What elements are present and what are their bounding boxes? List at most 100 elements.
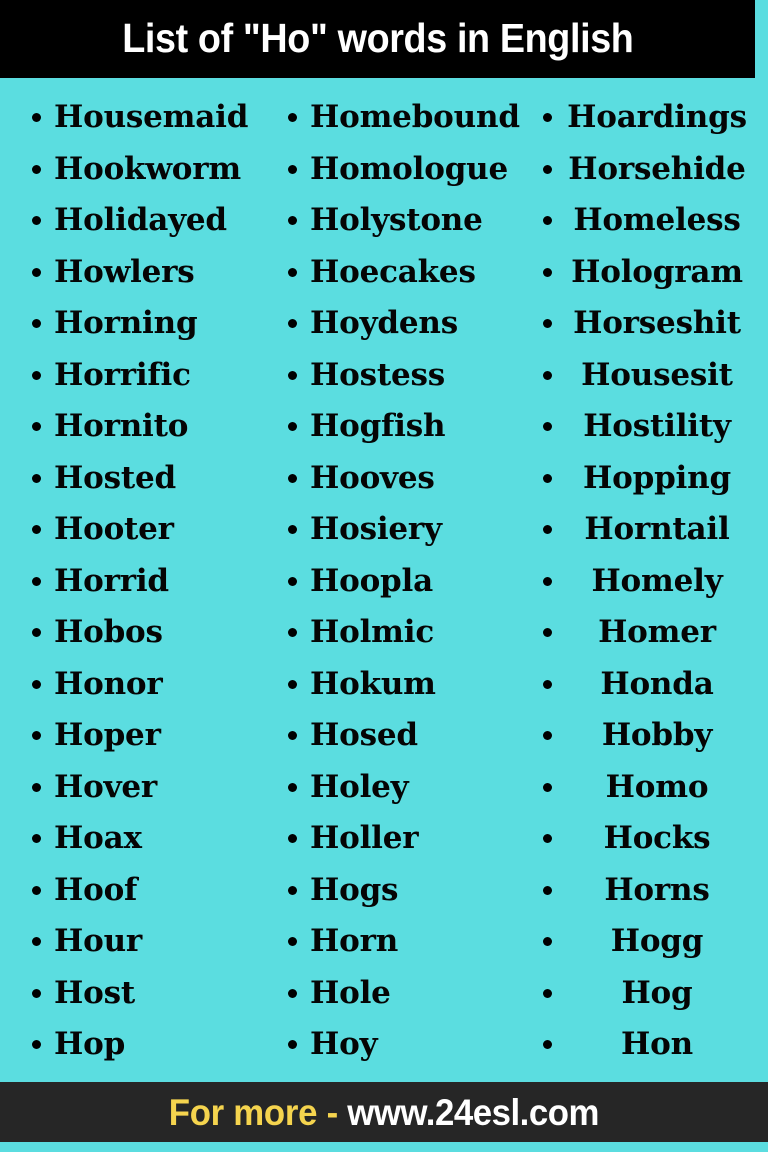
- bullet-icon: [32, 1040, 41, 1050]
- word-label: Homo: [605, 768, 709, 805]
- word-label: Hoydens: [310, 305, 458, 341]
- bullet-icon: [288, 164, 297, 174]
- bullet-icon: [32, 113, 41, 123]
- list-item: Howlers: [32, 247, 258, 299]
- list-item: Hologram: [543, 247, 768, 299]
- word-label: Hosiery: [310, 511, 442, 547]
- list-item: Housemaid: [32, 92, 258, 144]
- list-item: Homely: [543, 556, 768, 608]
- list-item: Hobby: [543, 710, 768, 762]
- bullet-icon: [288, 422, 297, 432]
- word-label: Hole: [310, 974, 391, 1011]
- word-column-1: Housemaid Hookworm Holidayed Howlers Hor…: [0, 92, 258, 1082]
- list-item: Holystone: [288, 195, 520, 247]
- list-item: Hoax: [32, 813, 258, 865]
- bullet-icon: [543, 628, 552, 638]
- list-item: Horseshit: [543, 298, 768, 350]
- word-label: Hog: [621, 974, 693, 1011]
- bullet-icon: [288, 576, 297, 586]
- footer-content: For more - www.24esl.com: [169, 1094, 600, 1131]
- bullet-icon: [288, 525, 297, 535]
- list-item: Horsehide: [543, 144, 768, 196]
- bullet-icon: [543, 216, 552, 226]
- bullet-icon: [32, 731, 41, 741]
- word-label: Hookworm: [54, 150, 242, 187]
- word-label: Hoax: [54, 820, 142, 856]
- list-item: Hon: [543, 1019, 768, 1071]
- bullet-icon: [543, 1040, 552, 1050]
- word-label: Hoopla: [310, 562, 433, 599]
- bullet-icon: [288, 885, 297, 895]
- word-label: Hoecakes: [310, 253, 476, 290]
- list-item: Hosted: [32, 453, 258, 505]
- word-label: Hoper: [54, 717, 161, 753]
- list-item: Horning: [32, 298, 258, 350]
- list-item: Hornito: [32, 401, 258, 453]
- list-item: Holmic: [288, 607, 520, 659]
- list-item: Hoy: [288, 1019, 520, 1071]
- word-list-board: Housemaid Hookworm Holidayed Howlers Hor…: [0, 78, 768, 1082]
- list-item: Hole: [288, 968, 520, 1020]
- bullet-icon: [543, 679, 552, 689]
- list-item: Hostility: [543, 401, 768, 453]
- bullet-icon: [32, 216, 41, 226]
- list-item: Hosiery: [288, 504, 520, 556]
- word-label: Horsehide: [568, 150, 746, 187]
- bullet-icon: [543, 834, 552, 844]
- list-item: Holidayed: [32, 195, 258, 247]
- word-label: Homologue: [310, 150, 509, 187]
- bullet-icon: [288, 628, 297, 638]
- word-label: Holidayed: [54, 202, 227, 238]
- list-item: Hogfish: [288, 401, 520, 453]
- word-label: Hobby: [601, 717, 713, 753]
- word-label: Hop: [54, 1026, 126, 1062]
- word-label: Holler: [310, 820, 419, 856]
- word-label: Hoardings: [567, 99, 747, 135]
- bullet-icon: [32, 422, 41, 432]
- list-item: Hog: [543, 968, 768, 1020]
- list-item: Holey: [288, 762, 520, 814]
- list-item: Horrid: [32, 556, 258, 608]
- word-label: Hoy: [310, 1026, 378, 1062]
- list-item: Horn: [288, 916, 520, 968]
- word-label: Hooter: [54, 511, 174, 547]
- word-label: Hogg: [610, 923, 704, 959]
- list-item: Homeless: [543, 195, 768, 247]
- list-item: Hopping: [543, 453, 768, 505]
- list-item: Homologue: [288, 144, 520, 196]
- bullet-icon: [32, 834, 41, 844]
- word-label: Hour: [54, 923, 143, 959]
- word-label: Hobos: [54, 614, 163, 650]
- list-item: Holler: [288, 813, 520, 865]
- list-item: Horrific: [32, 350, 258, 402]
- bullet-icon: [32, 319, 41, 329]
- word-label: Hon: [621, 1026, 693, 1062]
- list-item: Hover: [32, 762, 258, 814]
- word-label: Hoof: [54, 871, 138, 908]
- word-label: Hosed: [310, 717, 418, 753]
- word-label: Homer: [598, 614, 716, 650]
- bullet-icon: [543, 937, 552, 947]
- list-item: Hokum: [288, 659, 520, 711]
- bullet-icon: [543, 576, 552, 586]
- word-label: Hornito: [54, 408, 189, 444]
- list-item: Hosed: [288, 710, 520, 762]
- word-label: Homebound: [310, 99, 520, 135]
- word-label: Hologram: [571, 253, 743, 290]
- word-label: Horning: [54, 305, 198, 341]
- word-label: Hokum: [310, 665, 436, 702]
- bullet-icon: [288, 731, 297, 741]
- word-label: Hogfish: [310, 408, 446, 444]
- bullet-icon: [543, 885, 552, 895]
- bullet-icon: [288, 216, 297, 226]
- bullet-icon: [288, 319, 297, 329]
- list-item: Hoopla: [288, 556, 520, 608]
- footer-website-link[interactable]: www.24esl.com: [347, 1094, 599, 1131]
- word-label: Howlers: [54, 253, 195, 290]
- bullet-icon: [288, 113, 297, 123]
- word-label: Hooves: [310, 459, 435, 496]
- list-item: Horntail: [543, 504, 768, 556]
- list-item: Hoper: [32, 710, 258, 762]
- page-title: List of "Ho" words in English: [121, 14, 634, 61]
- bullet-icon: [288, 370, 297, 380]
